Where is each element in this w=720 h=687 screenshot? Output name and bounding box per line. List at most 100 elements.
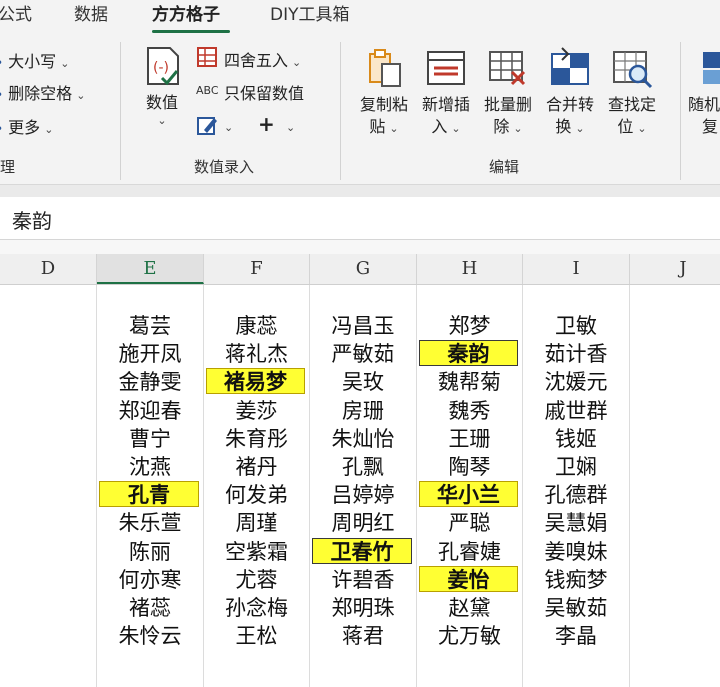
abc-icon: ABC <box>196 84 219 97</box>
table-cell[interactable]: 陶琴 <box>417 454 522 480</box>
table-cell[interactable]: 蒋礼杰 <box>204 341 309 367</box>
table-cell[interactable]: 褚蕊 <box>97 595 203 621</box>
group-label-text: 理 <box>0 158 16 176</box>
table-cell[interactable]: 李晶 <box>523 623 629 649</box>
table-cell[interactable]: 周瑾 <box>204 510 309 536</box>
delete-space-button[interactable]: • 删除空格⌄ <box>0 80 85 104</box>
tab-fangfanggezi[interactable]: 方方格子 <box>152 2 220 28</box>
table-cell[interactable]: 孔飘 <box>310 454 416 480</box>
table-cell[interactable]: 吴慧娟 <box>523 510 629 536</box>
merge-convert-button[interactable]: 合并转 换 ⌄ <box>540 46 600 140</box>
table-cell[interactable]: 吴敏茹 <box>523 595 629 621</box>
column-header-i[interactable]: I <box>523 254 630 284</box>
table-cell[interactable]: 魏秀 <box>417 398 522 424</box>
insert-new-button[interactable]: 新增插 入 ⌄ <box>416 46 476 140</box>
table-cell[interactable]: 姜嗅妹 <box>523 539 629 565</box>
table-cell[interactable]: 朱育彤 <box>204 426 309 452</box>
table-cell[interactable]: 钱痴梦 <box>523 567 629 593</box>
formula-bar[interactable]: 秦韵 <box>0 197 720 240</box>
edit-cell-icon[interactable] <box>196 114 218 136</box>
toolbar-gap <box>0 185 720 197</box>
chevron-down-icon: ⌄ <box>157 114 167 127</box>
table-cell[interactable]: 姜莎 <box>204 398 309 424</box>
tab-diy-toolbox[interactable]: DIY工具箱 <box>270 2 350 28</box>
table-cell[interactable]: 蒋君 <box>310 623 416 649</box>
table-cell[interactable]: 曹宁 <box>97 426 203 452</box>
table-cell[interactable]: 孙念梅 <box>204 595 309 621</box>
highlighted-cell[interactable]: 华小兰 <box>419 481 518 508</box>
highlighted-cell[interactable]: 卫春竹 <box>312 537 412 564</box>
table-cell[interactable]: 茹计香 <box>523 341 629 367</box>
table-cell[interactable]: 尤万敏 <box>417 623 522 649</box>
highlighted-cell[interactable]: 孔青 <box>99 481 199 508</box>
column-header-e[interactable]: E <box>97 254 204 284</box>
table-cell[interactable]: 吕婷婷 <box>310 482 416 508</box>
table-cell[interactable]: 卫娴 <box>523 454 629 480</box>
group-separator <box>680 42 681 180</box>
keep-value-button[interactable]: 只保留数值 <box>224 80 304 104</box>
tab-data[interactable]: 数据 <box>74 2 108 28</box>
formula-gap <box>0 240 720 254</box>
table-cell[interactable]: 卫敏 <box>523 313 629 339</box>
spreadsheet-grid[interactable]: 葛芸 康蕊 冯昌玉 郑梦 卫敏施开凤 蒋礼杰 严敏茹 秦韵 茹计香金静雯 褚易梦 吴玫 魏帮菊 沈媛元郑… <box>0 285 720 687</box>
table-cell[interactable]: 许碧香 <box>310 567 416 593</box>
column-header-h[interactable]: H <box>417 254 523 284</box>
table-cell[interactable]: 何发弟 <box>204 482 309 508</box>
table-cell[interactable]: 沈媛元 <box>523 369 629 395</box>
column-header-d[interactable]: D <box>0 254 97 284</box>
table-cell[interactable]: 钱姬 <box>523 426 629 452</box>
table-cell[interactable]: 王松 <box>204 623 309 649</box>
round-button[interactable]: 四舍五入 ⌄ <box>224 47 301 71</box>
table-cell[interactable]: 何亦寒 <box>97 567 203 593</box>
find-locate-button[interactable]: 查找定 位 ⌄ <box>602 46 662 140</box>
column-header-j[interactable]: J <box>630 254 720 284</box>
copy-paste-button[interactable]: 复制粘 贴 ⌄ <box>354 46 414 140</box>
active-tab-indicator <box>152 30 230 33</box>
table-cell[interactable]: 戚世群 <box>523 398 629 424</box>
highlighted-cell[interactable]: 秦韵 <box>419 340 518 367</box>
table-cell[interactable]: 葛芸 <box>97 313 203 339</box>
table-cell[interactable]: 郑明珠 <box>310 595 416 621</box>
chevron-down-icon[interactable]: ⌄ <box>220 116 233 135</box>
tab-formulas[interactable]: 公式 <box>0 2 32 28</box>
chevron-down-icon[interactable]: ⌄ <box>282 116 295 135</box>
column-header-g[interactable]: G <box>310 254 417 284</box>
batch-delete-icon <box>489 51 526 86</box>
table-cell[interactable]: 严聪 <box>417 510 522 536</box>
table-cell[interactable]: 陈丽 <box>97 539 203 565</box>
highlighted-cell[interactable]: 褚易梦 <box>206 368 305 395</box>
table-cell[interactable]: 沈燕 <box>97 454 203 480</box>
numeric-icon: (-) <box>147 47 179 86</box>
table-cell[interactable]: 金静雯 <box>97 369 203 395</box>
group-label-edit: 编辑 <box>489 158 520 176</box>
table-cell[interactable]: 孔睿婕 <box>417 539 522 565</box>
table-cell[interactable]: 周明红 <box>310 510 416 536</box>
formula-value[interactable]: 秦韵 <box>12 205 52 234</box>
table-cell[interactable]: 魏帮菊 <box>417 369 522 395</box>
table-cell[interactable]: 尤蓉 <box>204 567 309 593</box>
table-cell[interactable]: 冯昌玉 <box>310 313 416 339</box>
table-cell[interactable]: 褚丹 <box>204 454 309 480</box>
table-cell[interactable]: 王珊 <box>417 426 522 452</box>
table-cell[interactable]: 朱乐萱 <box>97 510 203 536</box>
table-cell[interactable]: 施开凤 <box>97 341 203 367</box>
plus-icon[interactable]: + <box>258 112 275 136</box>
highlighted-cell[interactable]: 姜怡 <box>419 565 518 592</box>
table-cell[interactable]: 孔德群 <box>523 482 629 508</box>
table-cell[interactable]: 房珊 <box>310 398 416 424</box>
table-cell[interactable]: 吴玫 <box>310 369 416 395</box>
table-cell[interactable]: 郑梦 <box>417 313 522 339</box>
table-cell[interactable]: 康蕊 <box>204 313 309 339</box>
more-button[interactable]: • 更多⌄ <box>0 114 53 138</box>
table-cell[interactable]: 郑迎春 <box>97 398 203 424</box>
numeric-button[interactable]: (-) 数值 ⌄ <box>138 44 186 128</box>
batch-delete-button[interactable]: 批量删 除 ⌄ <box>478 46 538 140</box>
case-button[interactable]: • 大小写⌄ <box>0 48 69 72</box>
random-button[interactable]: 随机 复 <box>688 46 720 138</box>
table-cell[interactable]: 赵黛 <box>417 595 522 621</box>
column-header-f[interactable]: F <box>204 254 310 284</box>
table-cell[interactable]: 朱怜云 <box>97 623 203 649</box>
table-cell[interactable]: 空紫霜 <box>204 539 309 565</box>
table-cell[interactable]: 朱灿怡 <box>310 426 416 452</box>
table-cell[interactable]: 严敏茹 <box>310 341 416 367</box>
